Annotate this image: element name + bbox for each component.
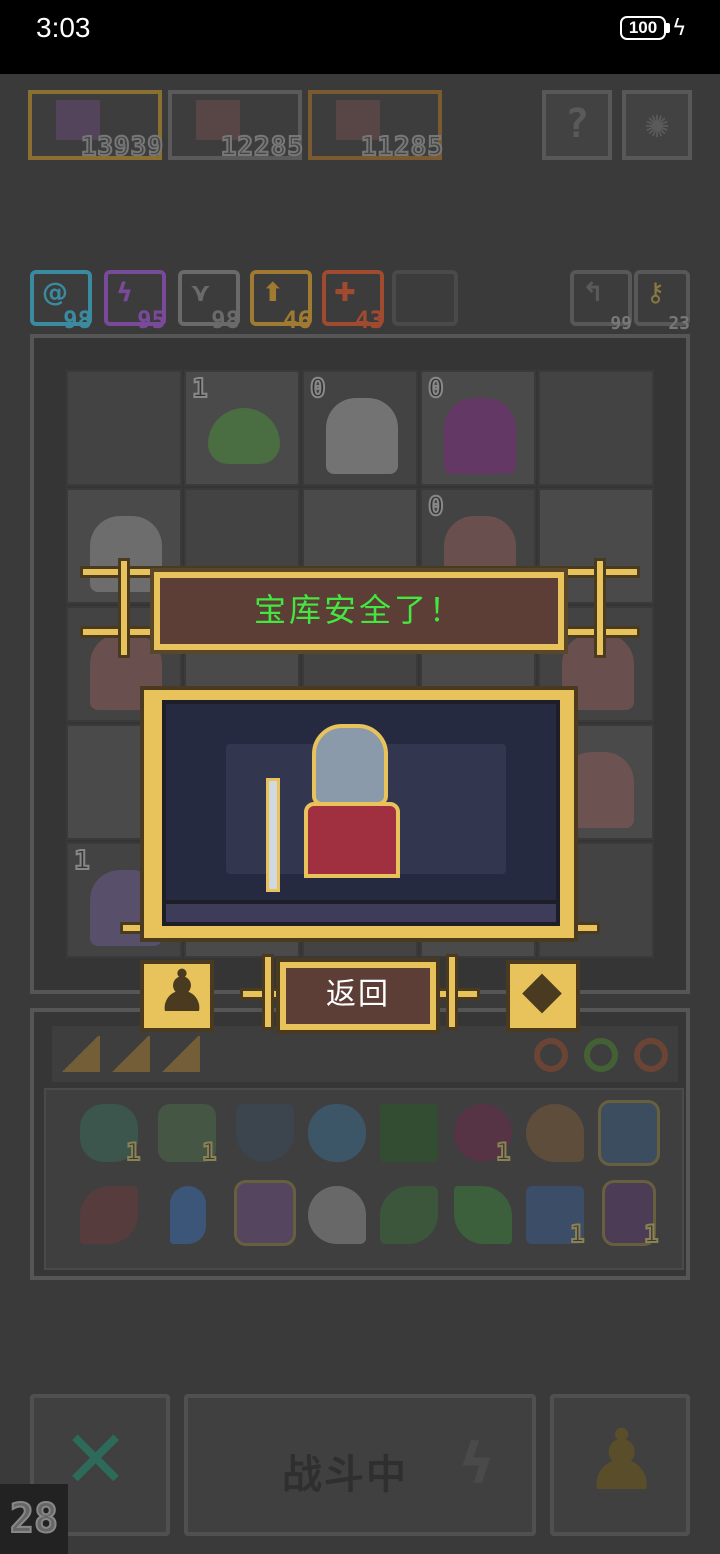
- score-card-1[interactable]: 13939: [28, 90, 164, 163]
- undo-arrow-icon: ↰: [582, 278, 604, 308]
- pawn-side-button[interactable]: ♟: [140, 960, 214, 1032]
- ring-icon: [534, 1038, 568, 1072]
- witch-icon: [326, 398, 398, 474]
- water-drop-icon[interactable]: [170, 1186, 206, 1244]
- sword-icon[interactable]: [454, 1186, 512, 1244]
- demon-icon: [444, 398, 516, 474]
- fighting-status-button[interactable]: 战斗中 ϟ: [184, 1394, 536, 1536]
- key-count: 23: [668, 313, 690, 334]
- stat-undo[interactable]: ↰ 99: [570, 270, 632, 334]
- stat-value: 95: [137, 306, 166, 334]
- battery-tip: [666, 23, 670, 33]
- score-value-2: 12285: [220, 131, 304, 163]
- score-value-3: 11285: [360, 131, 444, 163]
- charging-icon: ϟ: [672, 16, 687, 41]
- axe-icon[interactable]: [380, 1186, 438, 1244]
- score-card-2[interactable]: 12285: [168, 90, 304, 163]
- map-icon[interactable]: [380, 1104, 438, 1162]
- pawn-button[interactable]: ♟: [550, 1394, 690, 1536]
- crown-card-icon[interactable]: [598, 1100, 660, 1166]
- ring-icon: [584, 1038, 618, 1072]
- gem-icon: ◆: [522, 960, 562, 1020]
- score-card-3[interactable]: 11285: [308, 90, 444, 163]
- stat-value: 98: [63, 306, 92, 334]
- stat-value: 98: [211, 306, 240, 334]
- cell-level: 1: [73, 845, 91, 877]
- banner-post-right: [594, 558, 606, 658]
- help-button[interactable]: ?: [542, 90, 612, 160]
- staff-icon[interactable]: [234, 1180, 296, 1246]
- back-button[interactable]: 返回: [280, 962, 436, 1030]
- stat-health: ✚ 43: [322, 270, 384, 334]
- key-icon: ⚷: [646, 278, 666, 308]
- gem-side-button[interactable]: ◆: [506, 960, 580, 1032]
- item-count: 1: [125, 1137, 142, 1167]
- stat-wings: ⋎ 98: [178, 270, 240, 334]
- inventory-header: [52, 1026, 678, 1082]
- turn-counter: 28: [0, 1484, 68, 1554]
- item-count: 1: [643, 1219, 660, 1249]
- undo-count: 99: [610, 313, 632, 334]
- cell-level: 0: [309, 373, 327, 405]
- slingshot-icon[interactable]: [80, 1186, 138, 1244]
- game-screen: 13939 12285 11285 ? ✺ @ 98 ϟ 95 ⋎ 98 ⬆ 4…: [0, 74, 720, 1554]
- cell-level: 0: [427, 373, 445, 405]
- swap-icon: ϟ: [458, 1432, 495, 1497]
- back-post-right: [446, 954, 458, 1030]
- slime-icon: [208, 408, 280, 464]
- stat-magic: ϟ 95: [104, 270, 166, 334]
- sword-icon: [266, 778, 280, 892]
- vault-safe-banner: 宝库安全了！: [154, 572, 564, 650]
- shield-stat-icon: @: [42, 278, 68, 308]
- knight-victory-scene: [162, 700, 560, 926]
- item-count: 1: [569, 1219, 586, 1249]
- victory-picture-frame: [140, 686, 578, 942]
- pawn-icon: ♟: [156, 957, 208, 1025]
- triangle-token-icon: [160, 1036, 200, 1072]
- item-count: 1: [201, 1137, 218, 1167]
- stat-shield: @ 98: [30, 270, 92, 334]
- back-post-left: [262, 954, 274, 1030]
- stat-value: 43: [355, 306, 384, 334]
- item-count: 1: [495, 1137, 512, 1167]
- arrow-up-stat-icon: ⬆: [262, 278, 284, 308]
- fighting-label: 战斗中: [282, 1452, 408, 1498]
- cell-level: 1: [191, 373, 209, 405]
- settings-button[interactable]: ✺: [622, 90, 692, 160]
- scene-floor: [166, 900, 556, 922]
- stat-empty-slot: [392, 270, 458, 326]
- wind-icon[interactable]: [308, 1104, 366, 1162]
- board-cell[interactable]: 0: [420, 370, 536, 486]
- ring-icon: [634, 1038, 668, 1072]
- knight-cape-icon: [304, 802, 400, 878]
- inventory-panel: 1 1 1 1 1: [30, 1008, 690, 1280]
- battery-icon: 100: [620, 16, 666, 40]
- inventory-grid: 1 1 1 1 1: [44, 1088, 684, 1270]
- board-cell[interactable]: 1: [184, 370, 300, 486]
- lightning-stat-icon: ϟ: [116, 278, 134, 308]
- scythe-icon[interactable]: [308, 1186, 366, 1244]
- pawn-icon: ♟: [584, 1411, 660, 1509]
- banner-title: 宝库安全了！: [253, 591, 464, 629]
- status-bar: 3:03 100 ϟ: [0, 0, 720, 74]
- stat-value: 46: [283, 306, 312, 334]
- banner-post-left: [118, 558, 130, 658]
- cross-stat-icon: ✚: [334, 278, 356, 308]
- close-x-icon: ✕: [62, 1413, 130, 1506]
- triangle-token-icon: [60, 1036, 100, 1072]
- shield-icon[interactable]: [236, 1104, 294, 1162]
- stat-keys[interactable]: ⚷ 23: [634, 270, 690, 334]
- knight-helmet-icon: [312, 724, 388, 806]
- board-cell[interactable]: [538, 370, 654, 486]
- pickaxe-icon[interactable]: [526, 1104, 584, 1162]
- status-time: 3:03: [36, 12, 91, 43]
- cell-level: 0: [427, 491, 445, 523]
- score-value-1: 13939: [80, 131, 164, 163]
- wings-stat-icon: ⋎: [190, 278, 212, 308]
- board-cell[interactable]: 0: [302, 370, 418, 486]
- stat-attack: ⬆ 46: [250, 270, 312, 334]
- triangle-token-icon: [110, 1036, 150, 1072]
- board-cell[interactable]: [66, 370, 182, 486]
